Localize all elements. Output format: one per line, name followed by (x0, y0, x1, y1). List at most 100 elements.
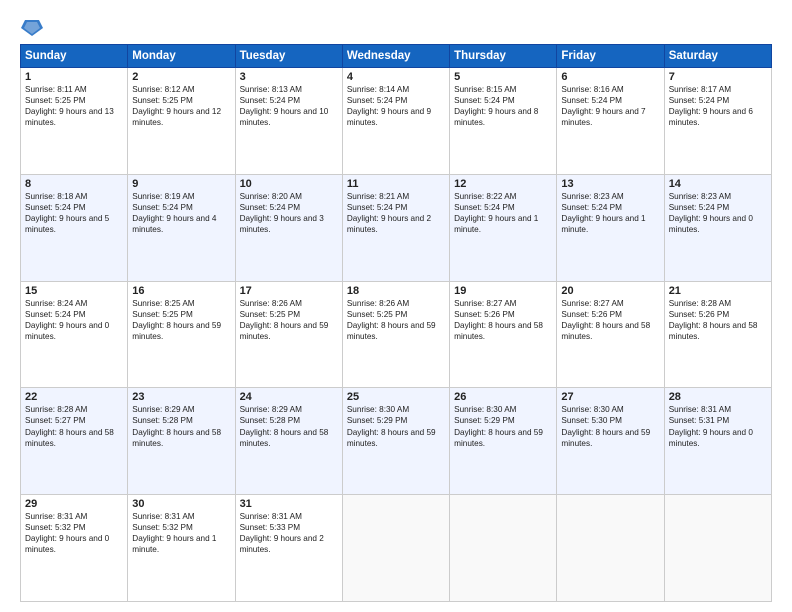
day-number: 31 (240, 498, 338, 510)
day-number: 6 (561, 71, 659, 83)
logo (20, 18, 44, 36)
calendar-cell: 22Sunrise: 8:28 AMSunset: 5:27 PMDayligh… (21, 388, 128, 495)
day-number: 4 (347, 71, 445, 83)
day-info: Sunrise: 8:15 AMSunset: 5:24 PMDaylight:… (454, 84, 552, 128)
day-info: Sunrise: 8:30 AMSunset: 5:30 PMDaylight:… (561, 404, 659, 448)
day-info: Sunrise: 8:31 AMSunset: 5:32 PMDaylight:… (25, 511, 123, 555)
calendar-cell: 16Sunrise: 8:25 AMSunset: 5:25 PMDayligh… (128, 281, 235, 388)
calendar-cell: 3Sunrise: 8:13 AMSunset: 5:24 PMDaylight… (235, 68, 342, 175)
day-number: 13 (561, 178, 659, 190)
calendar-cell: 17Sunrise: 8:26 AMSunset: 5:25 PMDayligh… (235, 281, 342, 388)
day-info: Sunrise: 8:23 AMSunset: 5:24 PMDaylight:… (669, 191, 767, 235)
day-info: Sunrise: 8:27 AMSunset: 5:26 PMDaylight:… (454, 298, 552, 342)
day-info: Sunrise: 8:12 AMSunset: 5:25 PMDaylight:… (132, 84, 230, 128)
calendar-cell: 27Sunrise: 8:30 AMSunset: 5:30 PMDayligh… (557, 388, 664, 495)
calendar-cell: 11Sunrise: 8:21 AMSunset: 5:24 PMDayligh… (342, 174, 449, 281)
day-info: Sunrise: 8:22 AMSunset: 5:24 PMDaylight:… (454, 191, 552, 235)
day-info: Sunrise: 8:30 AMSunset: 5:29 PMDaylight:… (347, 404, 445, 448)
day-info: Sunrise: 8:26 AMSunset: 5:25 PMDaylight:… (240, 298, 338, 342)
day-info: Sunrise: 8:29 AMSunset: 5:28 PMDaylight:… (240, 404, 338, 448)
day-number: 10 (240, 178, 338, 190)
day-number: 9 (132, 178, 230, 190)
calendar-cell: 18Sunrise: 8:26 AMSunset: 5:25 PMDayligh… (342, 281, 449, 388)
calendar-cell: 4Sunrise: 8:14 AMSunset: 5:24 PMDaylight… (342, 68, 449, 175)
calendar-cell (342, 495, 449, 602)
day-info: Sunrise: 8:19 AMSunset: 5:24 PMDaylight:… (132, 191, 230, 235)
day-info: Sunrise: 8:17 AMSunset: 5:24 PMDaylight:… (669, 84, 767, 128)
calendar-cell: 19Sunrise: 8:27 AMSunset: 5:26 PMDayligh… (450, 281, 557, 388)
calendar-cell: 30Sunrise: 8:31 AMSunset: 5:32 PMDayligh… (128, 495, 235, 602)
calendar-cell: 26Sunrise: 8:30 AMSunset: 5:29 PMDayligh… (450, 388, 557, 495)
calendar-cell: 9Sunrise: 8:19 AMSunset: 5:24 PMDaylight… (128, 174, 235, 281)
calendar-cell: 2Sunrise: 8:12 AMSunset: 5:25 PMDaylight… (128, 68, 235, 175)
day-number: 7 (669, 71, 767, 83)
weekday-thursday: Thursday (450, 45, 557, 68)
day-info: Sunrise: 8:20 AMSunset: 5:24 PMDaylight:… (240, 191, 338, 235)
day-number: 14 (669, 178, 767, 190)
day-number: 8 (25, 178, 123, 190)
calendar-cell: 28Sunrise: 8:31 AMSunset: 5:31 PMDayligh… (664, 388, 771, 495)
day-number: 26 (454, 391, 552, 403)
day-info: Sunrise: 8:14 AMSunset: 5:24 PMDaylight:… (347, 84, 445, 128)
day-info: Sunrise: 8:11 AMSunset: 5:25 PMDaylight:… (25, 84, 123, 128)
day-info: Sunrise: 8:16 AMSunset: 5:24 PMDaylight:… (561, 84, 659, 128)
calendar-cell: 24Sunrise: 8:29 AMSunset: 5:28 PMDayligh… (235, 388, 342, 495)
day-number: 15 (25, 285, 123, 297)
day-info: Sunrise: 8:30 AMSunset: 5:29 PMDaylight:… (454, 404, 552, 448)
day-info: Sunrise: 8:25 AMSunset: 5:25 PMDaylight:… (132, 298, 230, 342)
day-number: 25 (347, 391, 445, 403)
day-number: 24 (240, 391, 338, 403)
week-row-2: 8Sunrise: 8:18 AMSunset: 5:24 PMDaylight… (21, 174, 772, 281)
calendar-cell: 29Sunrise: 8:31 AMSunset: 5:32 PMDayligh… (21, 495, 128, 602)
weekday-monday: Monday (128, 45, 235, 68)
day-number: 5 (454, 71, 552, 83)
day-number: 12 (454, 178, 552, 190)
calendar-cell: 15Sunrise: 8:24 AMSunset: 5:24 PMDayligh… (21, 281, 128, 388)
day-info: Sunrise: 8:31 AMSunset: 5:31 PMDaylight:… (669, 404, 767, 448)
day-number: 22 (25, 391, 123, 403)
page: SundayMondayTuesdayWednesdayThursdayFrid… (0, 0, 792, 612)
calendar-cell: 8Sunrise: 8:18 AMSunset: 5:24 PMDaylight… (21, 174, 128, 281)
day-number: 16 (132, 285, 230, 297)
calendar-cell: 5Sunrise: 8:15 AMSunset: 5:24 PMDaylight… (450, 68, 557, 175)
calendar-cell: 1Sunrise: 8:11 AMSunset: 5:25 PMDaylight… (21, 68, 128, 175)
day-info: Sunrise: 8:26 AMSunset: 5:25 PMDaylight:… (347, 298, 445, 342)
day-number: 11 (347, 178, 445, 190)
day-info: Sunrise: 8:21 AMSunset: 5:24 PMDaylight:… (347, 191, 445, 235)
weekday-sunday: Sunday (21, 45, 128, 68)
day-number: 17 (240, 285, 338, 297)
day-number: 30 (132, 498, 230, 510)
weekday-tuesday: Tuesday (235, 45, 342, 68)
day-info: Sunrise: 8:28 AMSunset: 5:26 PMDaylight:… (669, 298, 767, 342)
day-number: 1 (25, 71, 123, 83)
calendar-cell: 20Sunrise: 8:27 AMSunset: 5:26 PMDayligh… (557, 281, 664, 388)
weekday-friday: Friday (557, 45, 664, 68)
day-info: Sunrise: 8:18 AMSunset: 5:24 PMDaylight:… (25, 191, 123, 235)
calendar-cell: 12Sunrise: 8:22 AMSunset: 5:24 PMDayligh… (450, 174, 557, 281)
weekday-saturday: Saturday (664, 45, 771, 68)
day-info: Sunrise: 8:23 AMSunset: 5:24 PMDaylight:… (561, 191, 659, 235)
day-info: Sunrise: 8:24 AMSunset: 5:24 PMDaylight:… (25, 298, 123, 342)
day-number: 23 (132, 391, 230, 403)
day-number: 19 (454, 285, 552, 297)
day-number: 28 (669, 391, 767, 403)
day-info: Sunrise: 8:29 AMSunset: 5:28 PMDaylight:… (132, 404, 230, 448)
day-info: Sunrise: 8:28 AMSunset: 5:27 PMDaylight:… (25, 404, 123, 448)
weekday-header-row: SundayMondayTuesdayWednesdayThursdayFrid… (21, 45, 772, 68)
day-number: 2 (132, 71, 230, 83)
week-row-5: 29Sunrise: 8:31 AMSunset: 5:32 PMDayligh… (21, 495, 772, 602)
calendar-cell: 6Sunrise: 8:16 AMSunset: 5:24 PMDaylight… (557, 68, 664, 175)
calendar-cell: 21Sunrise: 8:28 AMSunset: 5:26 PMDayligh… (664, 281, 771, 388)
day-number: 20 (561, 285, 659, 297)
calendar-cell (450, 495, 557, 602)
calendar-cell: 23Sunrise: 8:29 AMSunset: 5:28 PMDayligh… (128, 388, 235, 495)
header (20, 18, 772, 36)
calendar-cell: 10Sunrise: 8:20 AMSunset: 5:24 PMDayligh… (235, 174, 342, 281)
day-info: Sunrise: 8:31 AMSunset: 5:33 PMDaylight:… (240, 511, 338, 555)
weekday-wednesday: Wednesday (342, 45, 449, 68)
calendar-cell (557, 495, 664, 602)
day-info: Sunrise: 8:31 AMSunset: 5:32 PMDaylight:… (132, 511, 230, 555)
week-row-3: 15Sunrise: 8:24 AMSunset: 5:24 PMDayligh… (21, 281, 772, 388)
day-info: Sunrise: 8:27 AMSunset: 5:26 PMDaylight:… (561, 298, 659, 342)
day-number: 3 (240, 71, 338, 83)
